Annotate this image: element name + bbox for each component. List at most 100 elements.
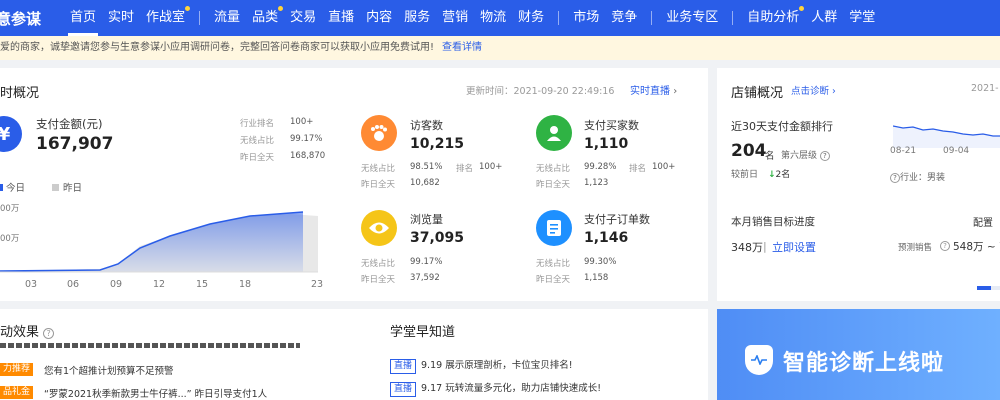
activity-row-text[interactable]: 您有1个超推计划预算不足预警: [44, 363, 174, 377]
realtime-live-link[interactable]: 实时直播 ›: [630, 82, 677, 97]
visitor-rank-label: 排名: [456, 164, 474, 174]
nav-self-analysis[interactable]: 自助分析: [741, 0, 805, 36]
nav-trade[interactable]: 交易: [284, 0, 322, 36]
survey-notice-bar: 爱的商家，诚挚邀请您参与生意参谋小应用调研问卷，完整回答问卷商家可以获取小应用免…: [0, 36, 1000, 60]
nav-divider: [199, 11, 201, 25]
nav-marketing[interactable]: 营销: [436, 0, 474, 36]
x-tick-label: 06: [67, 279, 80, 290]
visitor-wireless-label: 无线占比: [361, 164, 396, 174]
nav-competition[interactable]: 竞争: [605, 0, 643, 36]
pageview-yesterday-value: 37,592: [410, 273, 440, 283]
school-item[interactable]: 直播 9.17 玩转流量多元化，助力店铺快速成长!: [390, 380, 601, 397]
nav-content[interactable]: 内容: [360, 0, 398, 36]
suborder-wireless-label: 无线占比: [536, 259, 571, 269]
x-tick-label: 12: [153, 279, 166, 290]
suborder-yesterday-label: 昨日全天: [536, 275, 571, 285]
pay-amount-value: 167,907: [36, 134, 114, 154]
activity-title-text: 动效果: [0, 325, 40, 340]
order-list-icon: [536, 210, 572, 246]
buyer-rank-label: 排名: [629, 164, 647, 174]
nav-traffic[interactable]: 流量: [208, 0, 246, 36]
nav-live[interactable]: 直播: [322, 0, 360, 36]
buyer-label: 支付买家数: [584, 119, 639, 132]
pageview-value: 37,095: [410, 230, 465, 246]
help-icon[interactable]: ?: [890, 173, 900, 183]
nav-realtime[interactable]: 实时: [102, 0, 140, 36]
eye-icon: [361, 210, 397, 246]
help-icon[interactable]: ?: [43, 328, 55, 339]
nav-business-zone[interactable]: 业务专区: [660, 0, 724, 36]
brand-logo[interactable]: 意参谋: [0, 8, 64, 29]
pay-amount-label: 支付金额(元): [36, 117, 103, 131]
notice-detail-link[interactable]: 查看详情: [442, 42, 482, 53]
buyer-wireless-label: 无线占比: [536, 164, 571, 174]
live-tag: 直播: [390, 359, 417, 374]
x-tick-label: 03: [25, 279, 38, 290]
activity-tag: 力推荐: [0, 363, 34, 376]
rank-unit: 名: [765, 151, 775, 162]
industry-rank-label: 行业排名: [240, 119, 275, 129]
nav-school[interactable]: 学堂: [843, 0, 881, 36]
school-item[interactable]: 直播 9.19 展示原理剖析，卡位宝贝排名!: [390, 357, 573, 374]
yesterday-total-label: 昨日全天: [240, 153, 275, 163]
rank-sparkline: [893, 125, 1000, 148]
nav-self-analysis-label: 自助分析: [747, 10, 800, 25]
industry-text: 行业：男装: [900, 173, 946, 183]
activity-row-text[interactable]: “罗蒙2021秋季新款男士牛仔裤...” 昨日引导支付1人: [44, 386, 267, 400]
target-config[interactable]: 配置: [973, 214, 993, 229]
suborder-value: 1,146: [584, 230, 629, 246]
suborder-wireless-value: 99.30%: [584, 257, 617, 267]
footprint-icon: [361, 115, 397, 151]
live-link-label: 实时直播: [630, 86, 670, 97]
nav-crowd[interactable]: 人群: [805, 0, 843, 36]
x-tick-label: 09: [110, 279, 123, 290]
nav-market[interactable]: 市场: [567, 0, 605, 36]
smart-diagnosis-banner[interactable]: 智能诊断上线啦: [717, 309, 1000, 400]
target-progress-fill: [977, 286, 991, 290]
arrow-down-icon: ↓: [768, 170, 776, 180]
nav-category[interactable]: 品类: [246, 0, 284, 36]
school-news-card: 学堂早知道 直播 9.19 展示原理剖析，卡位宝贝排名! 直播 9.17 玩转流量多…: [377, 309, 708, 400]
activity-effect-card: 动效果 ? 力推荐 您有1个超推计划预算不足预警 品礼金 “罗蒙2021秋季新款…: [0, 309, 377, 400]
nav-war-room[interactable]: 作战室: [140, 0, 191, 36]
nav-logistics[interactable]: 物流: [474, 0, 512, 36]
chevron-right-icon: ›: [673, 86, 678, 97]
pageview-yesterday-label: 昨日全天: [361, 275, 396, 285]
yuan-icon: ¥: [0, 116, 22, 152]
buyer-yesterday-value: 1,123: [584, 178, 609, 188]
school-title: 学堂早知道: [390, 325, 456, 340]
buyer-yesterday-label: 昨日全天: [536, 180, 571, 190]
visitor-label: 访客数: [410, 119, 443, 132]
store-overview-card: 店铺概况 点击诊断 › 2021- 近30天支付金额排行 204 名 第六层级 …: [717, 68, 1000, 301]
compare-change: ↓2名: [768, 167, 790, 180]
compare-label: 较前日: [731, 170, 759, 180]
target-progress-bar: [977, 286, 1000, 290]
clipped-text: [0, 343, 300, 348]
nav-finance[interactable]: 财务: [512, 0, 550, 36]
buyer-value: 1,110: [584, 136, 629, 152]
visitor-rank-value: 100+: [479, 162, 503, 172]
activity-title: 动效果 ?: [0, 321, 55, 340]
help-icon[interactable]: ?: [819, 151, 830, 161]
banner-shield-icon: [745, 345, 773, 375]
suborder-yesterday-value: 1,158: [584, 273, 609, 283]
pageview-wireless-value: 99.17%: [410, 257, 443, 267]
wireless-ratio-label: 无线占比: [240, 136, 275, 146]
store-title: 店铺概况: [731, 86, 784, 101]
help-icon[interactable]: ?: [940, 241, 950, 251]
x-tick-label: 23: [311, 279, 324, 290]
spark-x-label: 08-21: [890, 146, 917, 156]
nav-service[interactable]: 服务: [398, 0, 436, 36]
sparkline-area: [893, 126, 1000, 148]
store-date: 2021-: [971, 83, 999, 94]
target-divider: |: [763, 240, 767, 253]
store-diagnose-link[interactable]: 点击诊断 ›: [791, 83, 836, 97]
industry-tag: ? 行业：男装: [890, 170, 945, 183]
compare-value: 2名: [775, 170, 791, 180]
top-nav: 意参谋 首页 实时 作战室 流量 品类 交易 直播 内容 服务 营销 物流 财务…: [0, 0, 1000, 36]
target-value: 348万: [731, 241, 763, 254]
nav-home[interactable]: 首页: [64, 0, 102, 36]
tier-label: 第六层级 ?: [781, 148, 830, 161]
target-set-link[interactable]: 立即设置: [772, 239, 816, 255]
tier-text: 第六层级: [781, 151, 818, 161]
